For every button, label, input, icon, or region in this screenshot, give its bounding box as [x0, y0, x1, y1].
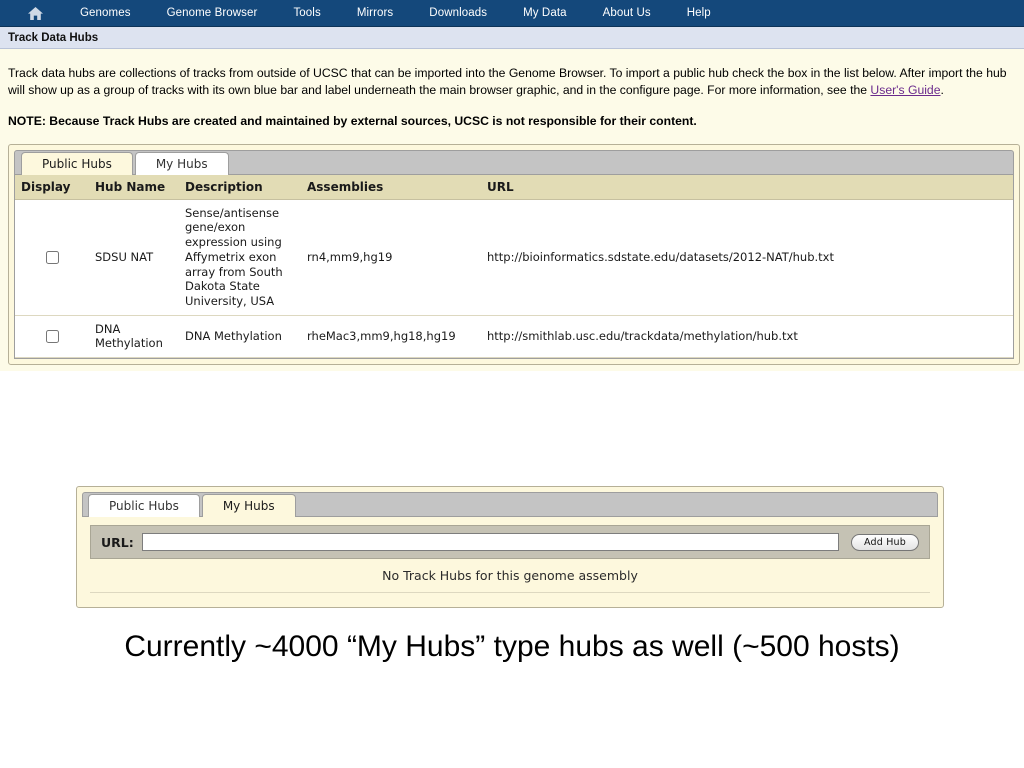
- row-display-cell: [15, 199, 89, 316]
- row-display-cell: [15, 315, 89, 359]
- row-description: Sense/antisense gene/exon expression usi…: [179, 199, 301, 316]
- url-label: URL:: [101, 534, 134, 550]
- home-icon[interactable]: [22, 2, 48, 24]
- column-header-url: URL: [481, 174, 1013, 200]
- no-hubs-message: No Track Hubs for this genome assembly: [90, 559, 930, 593]
- nav-item-tools[interactable]: Tools: [275, 0, 338, 27]
- intro-paragraph: Track data hubs are collections of track…: [8, 65, 1014, 100]
- url-input[interactable]: [141, 533, 839, 551]
- hub-display-checkbox[interactable]: [45, 250, 59, 264]
- hub-display-checkbox[interactable]: [45, 330, 59, 344]
- table-header-row: Display Hub Name Description Assemblies …: [15, 174, 1013, 200]
- nav-item-help[interactable]: Help: [669, 0, 729, 27]
- add-hub-button[interactable]: Add Hub: [850, 533, 919, 551]
- nav-item-downloads[interactable]: Downloads: [411, 0, 505, 27]
- public-hubs-panel: Public Hubs My Hubs Display Hub Name Des…: [8, 143, 1020, 366]
- row-url: http://smithlab.usc.edu/trackdata/methyl…: [481, 315, 1013, 359]
- row-assemblies: rn4,mm9,hg19: [301, 199, 481, 316]
- row-hub-name: DNA Methylation: [89, 315, 179, 359]
- white-gap: [0, 371, 1024, 481]
- column-header-assemblies: Assemblies: [301, 174, 481, 200]
- page-title-band: Track Data Hubs: [0, 27, 1024, 49]
- column-header-hub-name: Hub Name: [89, 174, 179, 200]
- panel-lower-tab-strip: Public Hubs My Hubs: [82, 492, 938, 517]
- nav-item-genomes[interactable]: Genomes: [62, 0, 149, 27]
- page-title: Track Data Hubs: [8, 31, 99, 44]
- column-header-display: Display: [15, 174, 89, 200]
- intro-text-part1: Track data hubs are collections of track…: [8, 66, 1007, 98]
- column-header-description: Description: [179, 174, 301, 200]
- my-hubs-panel-wrapper: Public Hubs My Hubs URL: Add Hub No Trac…: [76, 486, 944, 608]
- row-description: DNA Methylation: [179, 315, 301, 359]
- page-content: Track data hubs are collections of track…: [0, 49, 1024, 371]
- panel-top-tab-body: Display Hub Name Description Assemblies …: [14, 174, 1014, 360]
- add-hub-url-bar: URL: Add Hub: [90, 525, 930, 559]
- tab-public-hubs[interactable]: Public Hubs: [21, 151, 133, 175]
- top-navigation-bar: Genomes Genome Browser Tools Mirrors Dow…: [0, 0, 1024, 27]
- panel-lower-padding: [82, 593, 938, 602]
- tab-my-hubs[interactable]: My Hubs: [134, 151, 229, 175]
- users-guide-link[interactable]: User's Guide: [870, 83, 940, 97]
- nav-item-mirrors[interactable]: Mirrors: [339, 0, 411, 27]
- slide-caption: Currently ~4000 “My Hubs” type hubs as w…: [124, 630, 900, 663]
- table-row: DNA Methylation DNA Methylation rheMac3,…: [15, 315, 1013, 359]
- tab-my-hubs-lower[interactable]: My Hubs: [201, 494, 296, 517]
- note-paragraph: NOTE: Because Track Hubs are created and…: [8, 113, 697, 128]
- row-hub-name: SDSU NAT: [89, 199, 179, 316]
- my-hubs-panel: Public Hubs My Hubs URL: Add Hub No Trac…: [76, 486, 944, 608]
- table-row: SDSU NAT Sense/antisense gene/exon expre…: [15, 199, 1013, 316]
- row-url: http://bioinformatics.sdstate.edu/datase…: [481, 199, 1013, 316]
- intro-text-part2: .: [940, 83, 944, 98]
- tab-public-hubs-lower[interactable]: Public Hubs: [88, 494, 200, 517]
- row-assemblies: rheMac3,mm9,hg18,hg19: [301, 315, 481, 359]
- panel-top-tab-strip: Public Hubs My Hubs: [14, 149, 1014, 175]
- nav-item-my-data[interactable]: My Data: [505, 0, 585, 27]
- nav-item-genome-browser[interactable]: Genome Browser: [149, 0, 276, 27]
- public-hubs-table: Display Hub Name Description Assemblies …: [15, 174, 1013, 359]
- nav-item-about-us[interactable]: About Us: [585, 0, 669, 27]
